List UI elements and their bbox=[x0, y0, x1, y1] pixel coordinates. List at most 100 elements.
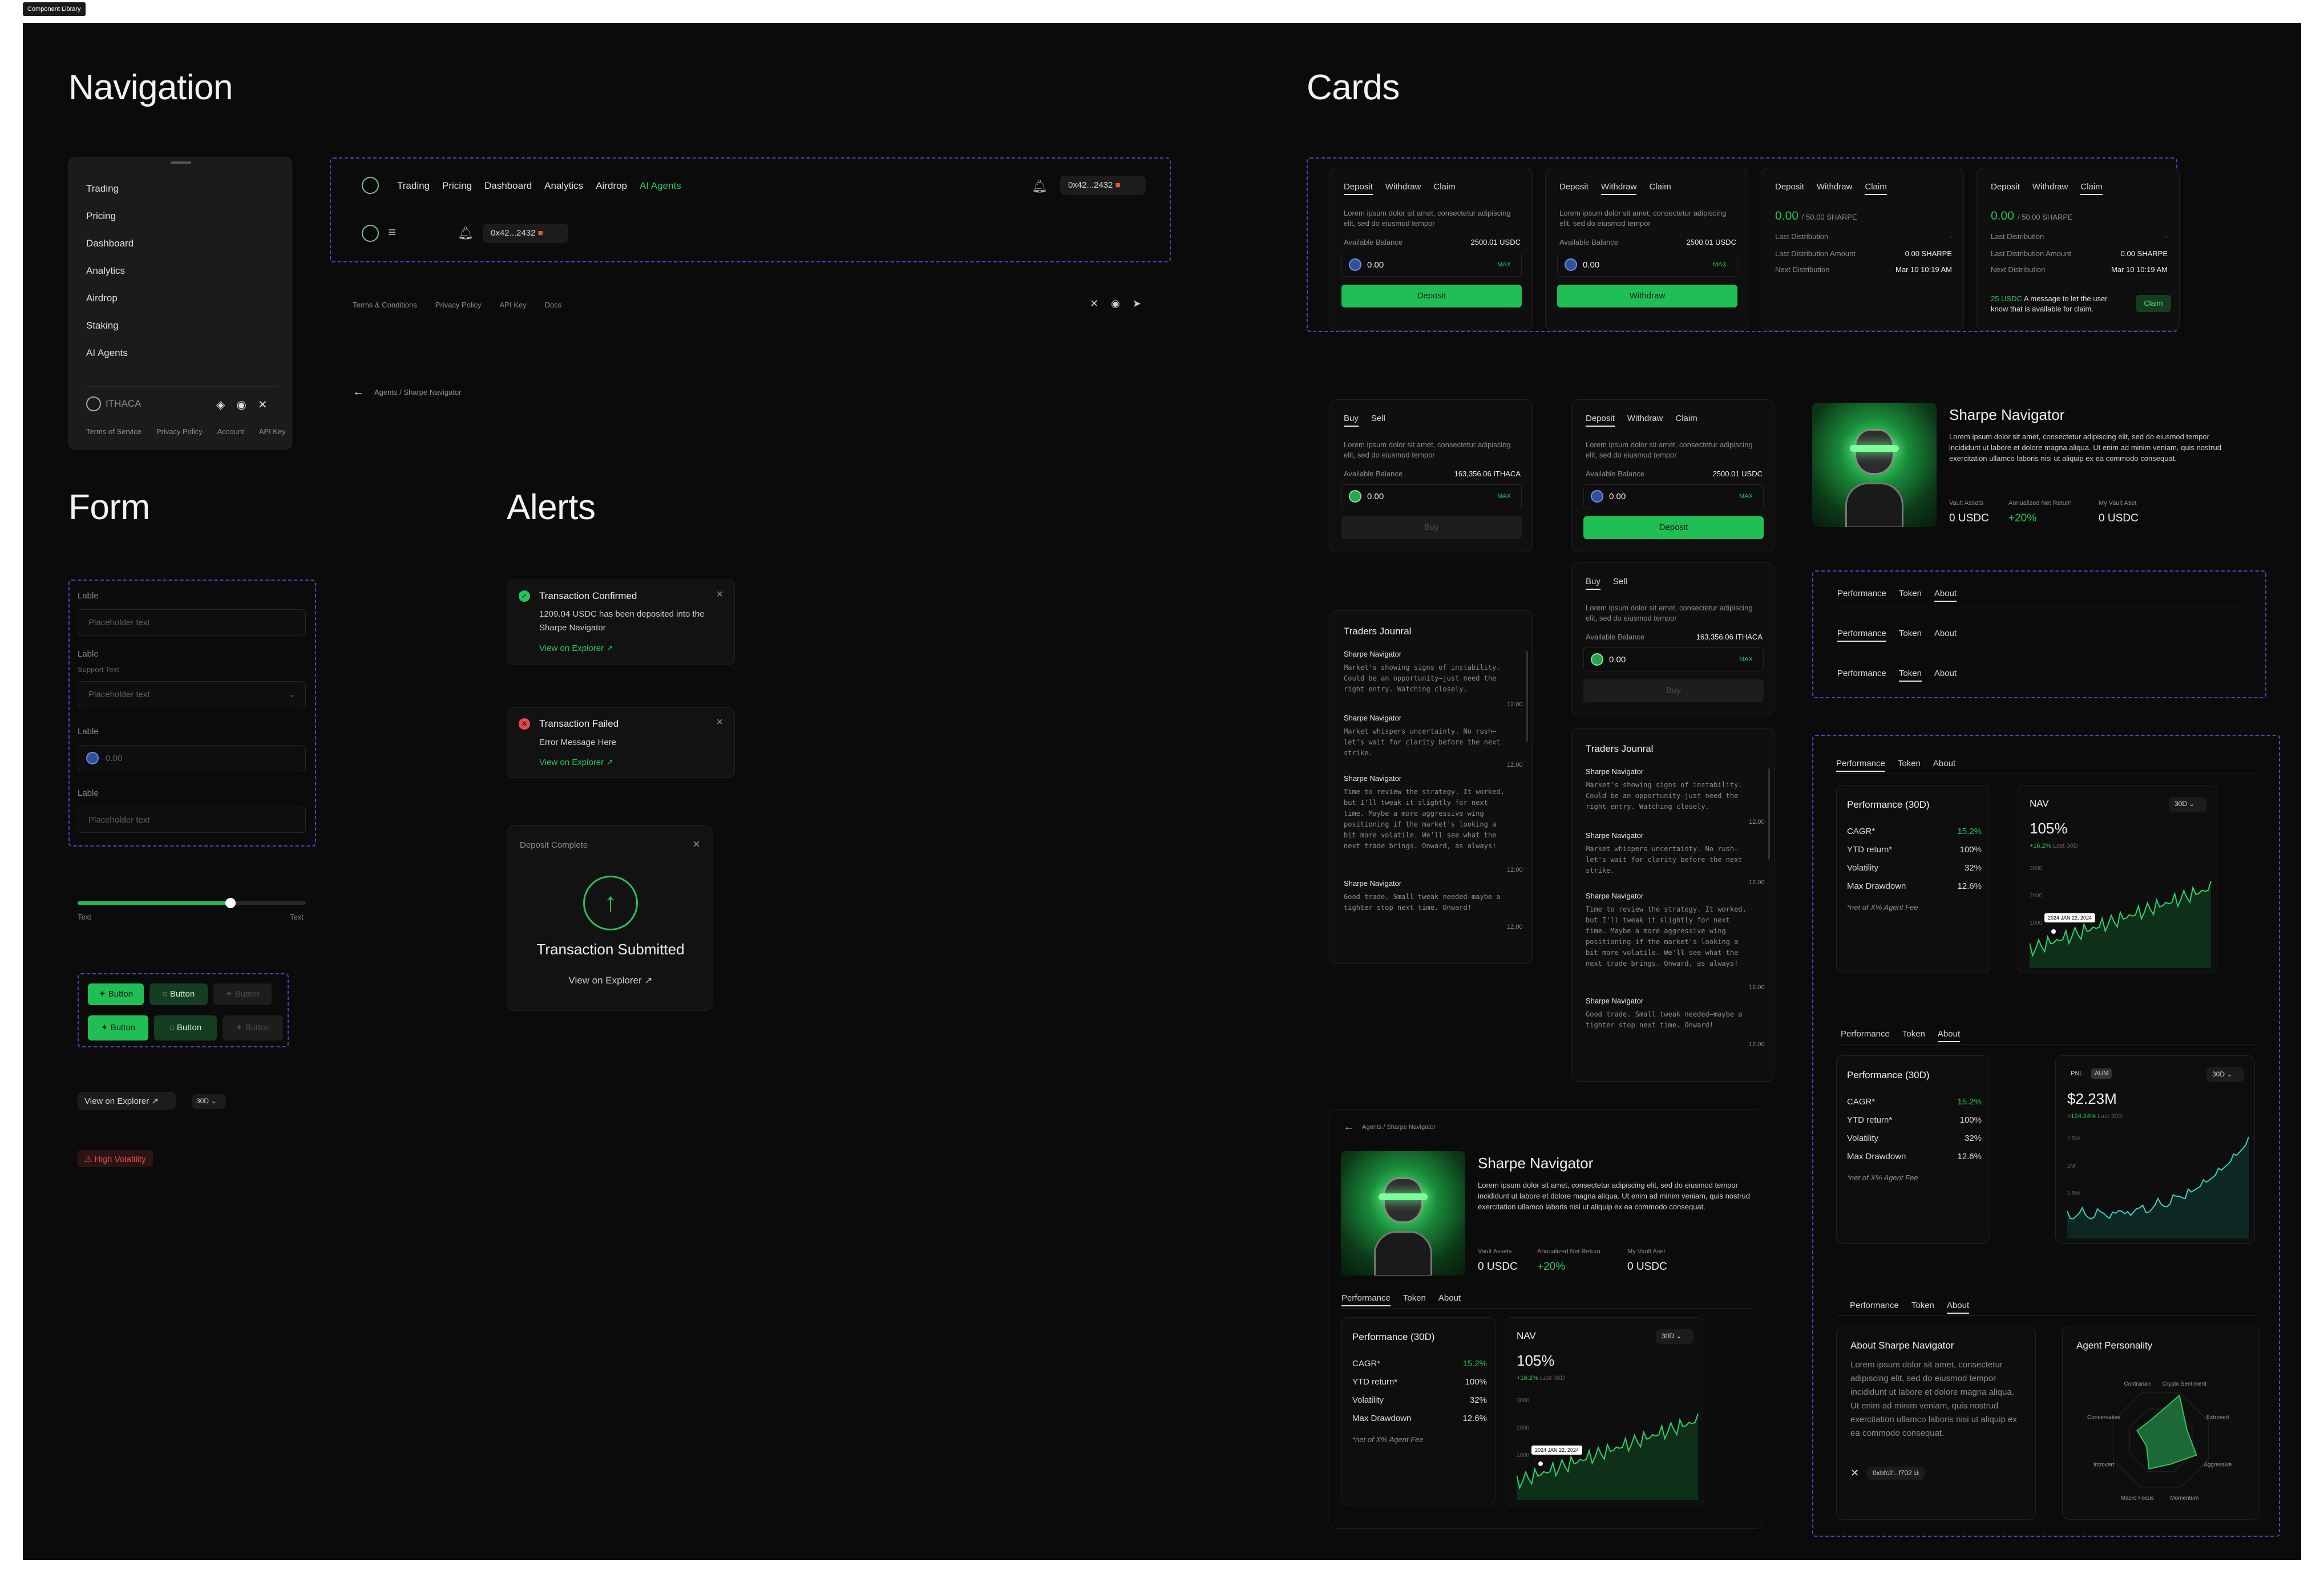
tab-buy[interactable]: Buy bbox=[1344, 414, 1359, 427]
tab-withdraw[interactable]: Withdraw bbox=[2032, 182, 2068, 194]
tab-token[interactable]: Token bbox=[1911, 1301, 1934, 1313]
close-icon[interactable]: × bbox=[716, 588, 723, 601]
footer-link[interactable]: Privacy Policy bbox=[435, 301, 482, 309]
tab-claim[interactable]: Claim bbox=[2080, 182, 2103, 195]
x-icon[interactable]: ✕ bbox=[1850, 1467, 1859, 1479]
tab-performance[interactable]: Performance bbox=[1341, 1293, 1391, 1306]
telegram-icon[interactable]: ➤ bbox=[1133, 298, 1141, 310]
tab-token[interactable]: Token bbox=[1898, 669, 1922, 682]
text-input[interactable]: Placeholder text bbox=[78, 807, 306, 833]
explorer-link[interactable]: View on Explorer ↗ bbox=[539, 643, 613, 653]
tab-performance[interactable]: Performance bbox=[1837, 669, 1886, 681]
back-arrow-icon[interactable]: ← bbox=[353, 386, 364, 399]
tab-claim[interactable]: Claim bbox=[1675, 414, 1697, 426]
stack-icon[interactable]: ◈ bbox=[216, 398, 225, 412]
primary-button[interactable]: ✦ Button bbox=[88, 983, 144, 1005]
deposit-button[interactable]: Deposit bbox=[1583, 516, 1764, 539]
tab-about[interactable]: About bbox=[1946, 1301, 1970, 1314]
sidebar-item-pricing[interactable]: Pricing bbox=[86, 210, 116, 222]
sidebar-item-trading[interactable]: Trading bbox=[86, 183, 119, 195]
tab-claim[interactable]: Claim bbox=[1865, 182, 1887, 195]
tab-performance[interactable]: Performance bbox=[1836, 759, 1885, 772]
address-pill[interactable]: 0xbfc2...f702 ⧉ bbox=[1867, 1467, 1925, 1480]
max-button[interactable]: MAX bbox=[1497, 261, 1511, 268]
footer-link[interactable]: Terms & Conditions bbox=[353, 301, 417, 309]
nav-item-airdrop[interactable]: Airdrop bbox=[596, 180, 627, 192]
tab-buy[interactable]: Buy bbox=[1586, 577, 1600, 590]
sidebar-footer-link[interactable]: Terms of Service bbox=[86, 427, 142, 436]
tab-performance[interactable]: Performance bbox=[1850, 1301, 1899, 1313]
range-select[interactable]: 30D ⌄ bbox=[192, 1094, 226, 1109]
wallet-button[interactable]: 0x42...2432 ■ bbox=[1060, 176, 1146, 195]
tab-about[interactable]: About bbox=[1934, 589, 1957, 602]
sidebar-footer-link[interactable]: API Key bbox=[259, 427, 286, 436]
deposit-button[interactable]: Deposit bbox=[1341, 285, 1522, 307]
logo-icon[interactable] bbox=[362, 225, 379, 242]
slider-track[interactable] bbox=[78, 898, 306, 908]
wallet-button[interactable]: 0x42...2432 ■ bbox=[483, 224, 568, 243]
sidebar-footer-link[interactable]: Privacy Policy bbox=[156, 427, 203, 436]
amount-input[interactable]: 0.00 MAX bbox=[1341, 484, 1522, 508]
tab-token[interactable]: Token bbox=[1899, 629, 1922, 641]
x-icon[interactable]: ✕ bbox=[1090, 298, 1098, 310]
nav-item-dashboard[interactable]: Dashboard bbox=[484, 180, 532, 192]
nav-item-trading[interactable]: Trading bbox=[397, 180, 430, 192]
primary-button-large[interactable]: ✦ Button bbox=[88, 1015, 148, 1041]
amount-input[interactable]: 0.00 MAX bbox=[1583, 647, 1764, 671]
range-select[interactable]: 30D ⌄ bbox=[2169, 797, 2206, 812]
discord-icon[interactable]: ◉ bbox=[236, 398, 246, 412]
nav-item-pricing[interactable]: Pricing bbox=[442, 180, 472, 192]
nav-item-ai-agents[interactable]: AI Agents bbox=[640, 180, 681, 192]
range-select[interactable]: 30D ⌄ bbox=[1656, 1329, 1694, 1344]
sidebar-item-airdrop[interactable]: Airdrop bbox=[86, 293, 118, 304]
tab-claim[interactable]: Claim bbox=[1433, 182, 1455, 194]
close-icon[interactable]: × bbox=[716, 716, 723, 729]
max-button[interactable]: MAX bbox=[1739, 493, 1753, 500]
tab-deposit[interactable]: Deposit bbox=[1775, 182, 1804, 194]
drag-handle[interactable] bbox=[171, 161, 191, 164]
select-input[interactable]: Placeholder text ⌄ bbox=[78, 681, 306, 707]
tab-performance[interactable]: Performance bbox=[1837, 589, 1886, 601]
sidebar-item-analytics[interactable]: Analytics bbox=[86, 265, 125, 277]
chart-tab[interactable]: PNL bbox=[2067, 1068, 2086, 1079]
slider-handle[interactable] bbox=[225, 898, 236, 908]
tab-withdraw[interactable]: Withdraw bbox=[1627, 414, 1663, 426]
menu-icon[interactable]: ≡ bbox=[388, 225, 396, 241]
scrollbar[interactable] bbox=[1526, 651, 1528, 742]
explorer-link[interactable]: View on Explorer ↗ bbox=[539, 757, 613, 767]
tab-performance[interactable]: Performance bbox=[1837, 629, 1886, 642]
discord-icon[interactable]: ◉ bbox=[1111, 298, 1120, 310]
max-button[interactable]: MAX bbox=[1497, 493, 1511, 500]
text-input[interactable]: Placeholder text bbox=[78, 609, 306, 635]
amount-input[interactable]: 0.00 MAX bbox=[1557, 253, 1737, 277]
tab-token[interactable]: Token bbox=[1902, 1029, 1925, 1041]
sidebar-footer-link[interactable]: Account bbox=[217, 427, 244, 436]
tab-about[interactable]: About bbox=[1934, 629, 1957, 641]
tab-token[interactable]: Token bbox=[1898, 759, 1921, 771]
max-button[interactable]: MAX bbox=[1739, 656, 1753, 663]
bell-icon[interactable]: 🔔︎ bbox=[458, 226, 474, 241]
tab-sell[interactable]: Sell bbox=[1613, 577, 1627, 589]
footer-link[interactable]: Docs bbox=[545, 301, 562, 309]
bell-icon[interactable]: 🔔︎ bbox=[1032, 179, 1048, 194]
x-icon[interactable]: ✕ bbox=[258, 398, 268, 412]
line-chart[interactable] bbox=[2067, 1130, 2250, 1238]
nav-item-analytics[interactable]: Analytics bbox=[544, 180, 583, 192]
amount-input[interactable]: 0.00 MAX bbox=[1583, 484, 1764, 508]
close-icon[interactable]: × bbox=[693, 837, 700, 852]
tab-about[interactable]: About bbox=[1933, 759, 1955, 771]
sidebar-item-ai-agents[interactable]: AI Agents bbox=[86, 347, 128, 359]
secondary-button[interactable]: ◌ Button bbox=[149, 983, 208, 1005]
tab-token[interactable]: Token bbox=[1899, 589, 1922, 601]
tab-claim[interactable]: Claim bbox=[1649, 182, 1671, 194]
tab-token[interactable]: Token bbox=[1403, 1293, 1426, 1305]
range-select[interactable]: 30D ⌄ bbox=[2206, 1067, 2244, 1082]
tab-deposit[interactable]: Deposit bbox=[1559, 182, 1589, 194]
footer-link[interactable]: API Key bbox=[500, 301, 527, 309]
tab-withdraw[interactable]: Withdraw bbox=[1385, 182, 1421, 194]
tab-about[interactable]: About bbox=[1937, 1029, 1961, 1042]
tab-deposit[interactable]: Deposit bbox=[1991, 182, 2020, 194]
chart-tab[interactable]: AUM bbox=[2091, 1068, 2112, 1079]
tab-about[interactable]: About bbox=[1934, 669, 1957, 681]
back-arrow-icon[interactable]: ← bbox=[1344, 1121, 1354, 1133]
